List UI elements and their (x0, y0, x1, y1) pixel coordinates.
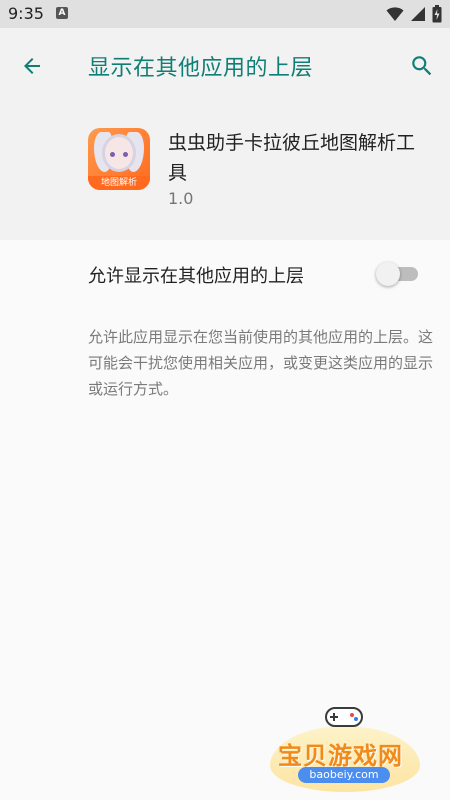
app-icon: 地图解析 (88, 128, 150, 190)
permission-toggle[interactable] (376, 262, 422, 286)
arrow-back-icon (24, 58, 40, 74)
signal-icon (411, 7, 425, 21)
status-time: 9:35 (8, 4, 44, 23)
permission-row[interactable]: 允许显示在其他应用的上层 (0, 246, 450, 304)
app-header: 地图解析 虫虫助手卡拉彼丘地图解析工具 1.0 (0, 102, 450, 240)
status-icons (386, 5, 442, 23)
app-bar: 显示在其他应用的上层 (0, 28, 450, 102)
back-button[interactable] (14, 48, 50, 84)
app-icon-face (102, 134, 136, 172)
app-icon-banner: 地图解析 (88, 176, 150, 190)
status-bar: 9:35 A (0, 0, 450, 28)
permission-description: 允许此应用显示在您当前使用的其他应用的上层。这可能会干扰您使用相关应用，或变更这… (88, 328, 434, 398)
app-name: 虫虫助手卡拉彼丘地图解析工具 (168, 132, 416, 184)
search-button[interactable] (404, 48, 440, 84)
page-title: 显示在其他应用的上层 (88, 56, 314, 81)
wifi-icon (386, 7, 404, 21)
app-icon-eye (110, 152, 115, 157)
watermark-logo: 宝贝游戏网 baobeiy.com (270, 700, 430, 796)
gamepad-icon (325, 707, 363, 727)
app-version: 1.0 (168, 189, 194, 208)
notification-icon: A (56, 7, 68, 19)
app-icon-eye (123, 152, 128, 157)
battery-icon (432, 5, 442, 23)
watermark-url: baobeiy.com (298, 767, 390, 783)
watermark-title: 宝贝游戏网 (278, 742, 403, 770)
search-icon (412, 56, 432, 76)
toggle-thumb (376, 262, 400, 286)
permission-label: 允许显示在其他应用的上层 (88, 266, 304, 287)
